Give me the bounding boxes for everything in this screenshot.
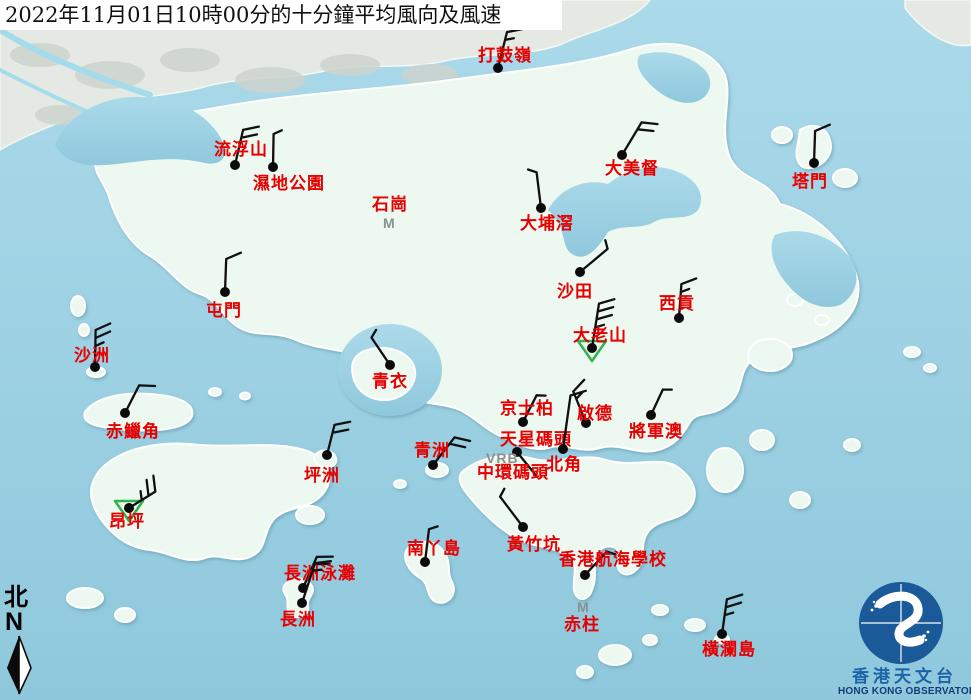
station-label: 京士柏 (500, 398, 554, 419)
station-label: 屯門 (206, 300, 242, 321)
station-label: 南丫島 (407, 538, 461, 559)
station-dot (230, 160, 240, 170)
station-label: 長洲泳灘 (284, 563, 356, 584)
station-label: 石崗 (371, 195, 408, 215)
station-dot (428, 460, 438, 470)
hko-name-chinese: 香港天文台 (838, 668, 971, 686)
hko-logo: 香港天文台 HONG KONG OBSERVATORY (838, 578, 971, 700)
station-label: 大美督 (605, 158, 659, 179)
station-dot (220, 287, 230, 297)
map-title: 2022年11月01日10時00分的十分鐘平均風向及風速 (0, 0, 562, 30)
station-label: 赤鱲角 (106, 421, 160, 442)
hko-logo-icon (838, 578, 971, 668)
station-label: 香港航海學校 (559, 549, 667, 570)
compass-label-cn: 北 (2, 584, 42, 610)
station-label: 長洲 (280, 610, 316, 630)
station-dot (717, 629, 727, 639)
station-label: 打鼓嶺 (478, 45, 532, 66)
station-dot (809, 158, 819, 168)
title-bar: 2022年11月01日10時00分的十分鐘平均風向及風速 (0, 0, 562, 30)
station-dot (575, 267, 585, 277)
station-label: 濕地公園 (253, 173, 325, 194)
station-label: 流浮山 (214, 139, 268, 160)
station-dot (322, 450, 332, 460)
station-label: 將軍澳 (629, 421, 683, 442)
station-dot (536, 203, 546, 213)
missing-data-marker: M (383, 215, 396, 231)
station-label: 沙田 (557, 282, 593, 302)
station-label: 西貢 (659, 294, 695, 314)
station-label: 坪洲 (304, 466, 340, 486)
station-label: 啟德 (577, 403, 613, 424)
station-label: 大埔滘 (520, 213, 574, 234)
station-dot (297, 598, 307, 608)
station-label: 昂坪 (109, 512, 145, 532)
compass-label-en: N (2, 610, 42, 634)
missing-data-marker: M (577, 599, 590, 615)
station-dot (558, 444, 568, 454)
station-dot (646, 410, 656, 420)
station-label: 黃竹坑 (506, 534, 561, 555)
north-compass: 北 N (2, 584, 42, 700)
station-label: 北角 (546, 454, 582, 475)
station-label: 沙洲 (74, 346, 110, 366)
hko-name-english: HONG KONG OBSERVATORY (838, 686, 971, 698)
station-dot (580, 570, 590, 580)
station-label: 橫瀾島 (702, 639, 756, 660)
station-central-pier: 中環碼頭 (477, 462, 549, 483)
station-dot (268, 162, 278, 172)
station-dot (120, 408, 130, 418)
station-label: 赤柱 (564, 614, 600, 635)
map-canvas: 打鼓嶺流浮山濕地公園M石崗大美督大埔滘塔門沙田西貢大老山屯門沙洲青衣赤鱲角昂坪坪… (0, 0, 971, 700)
station-label: 塔門 (792, 171, 828, 192)
station-dot (385, 360, 395, 370)
station-label: 青洲 (414, 440, 450, 461)
station-dot (674, 313, 684, 323)
station-label: 大老山 (573, 325, 627, 346)
north-arrow-icon (2, 634, 42, 696)
wind-map-screenshot: 打鼓嶺流浮山濕地公園M石崗大美督大埔滘塔門沙田西貢大老山屯門沙洲青衣赤鱲角昂坪坪… (0, 0, 971, 700)
station-dot (518, 522, 528, 532)
station-label: 中環碼頭 (477, 462, 549, 483)
station-label: 青衣 (372, 371, 408, 392)
